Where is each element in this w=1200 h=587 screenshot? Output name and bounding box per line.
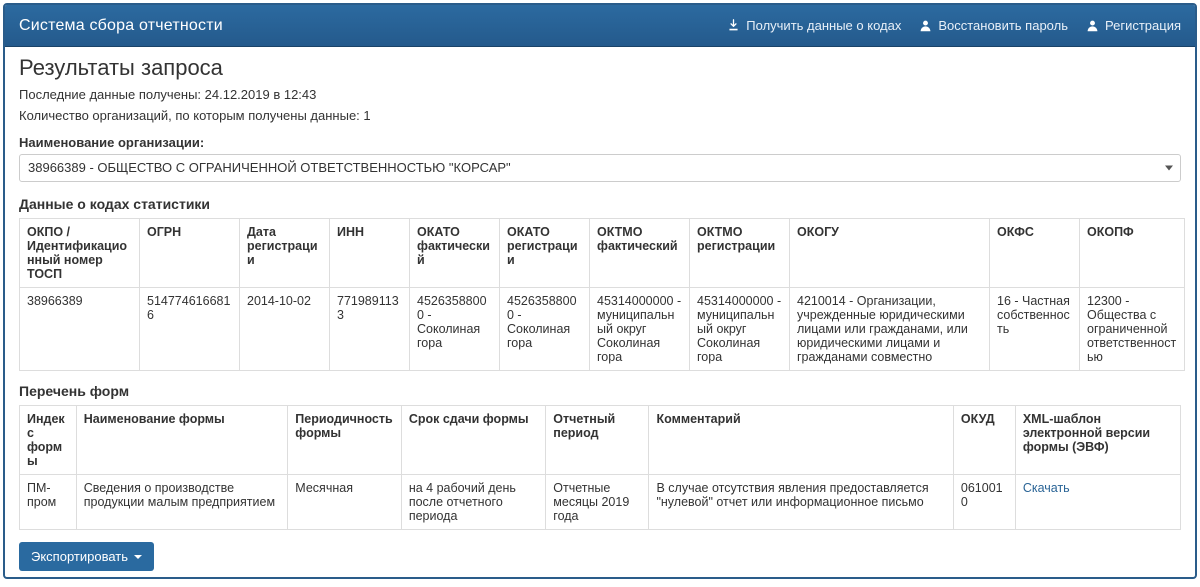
th-comment: Комментарий	[649, 406, 953, 475]
th-periodicity: Периодичность формы	[288, 406, 402, 475]
td-reg-date: 2014-10-02	[240, 288, 330, 371]
th-xml: XML-шаблон электронной версии формы (ЭВФ…	[1015, 406, 1180, 475]
th-form-idx: Индекс формы	[20, 406, 77, 475]
td-okfs: 16 - Частная собственность	[990, 288, 1080, 371]
td-form-idx: ПМ-пром	[20, 475, 77, 530]
nav-link-label: Восстановить пароль	[938, 18, 1068, 33]
td-inn: 7719891133	[330, 288, 410, 371]
nav-link-label: Регистрация	[1105, 18, 1181, 33]
td-form-name: Сведения о производстве продукции малым …	[76, 475, 288, 530]
user-icon	[1086, 19, 1099, 32]
td-ogrn: 5147746166816	[140, 288, 240, 371]
th-reg-date: Дата регистрации	[240, 219, 330, 288]
org-select[interactable]: 38966389 - ОБЩЕСТВО С ОГРАНИЧЕННОЙ ОТВЕТ…	[19, 154, 1181, 182]
content-area: Результаты запроса Последние данные полу…	[5, 47, 1195, 577]
table-row: ПМ-пром Сведения о производстве продукци…	[20, 475, 1181, 530]
th-form-name: Наименование формы	[76, 406, 288, 475]
td-okpo: 38966389	[20, 288, 140, 371]
navbar-links: Получить данные о кодах Восстановить пар…	[727, 18, 1181, 33]
td-okud: 0610010	[953, 475, 1015, 530]
td-oktmo-reg: 45314000000 - муниципальный округ Соколи…	[690, 288, 790, 371]
forms-header-row: Индекс формы Наименование формы Периодич…	[20, 406, 1181, 475]
download-xml-link[interactable]: Скачать	[1023, 481, 1070, 495]
forms-table: Индекс формы Наименование формы Периодич…	[19, 405, 1181, 530]
th-okopf: ОКОПФ	[1080, 219, 1185, 288]
org-select-label: Наименование организации:	[19, 135, 1181, 150]
export-button-label: Экспортировать	[31, 549, 128, 564]
th-okfs: ОКФС	[990, 219, 1080, 288]
th-okato-reg: ОКАТО регистрации	[500, 219, 590, 288]
navbar: Система сбора отчетности Получить данные…	[5, 5, 1195, 47]
table-row: 38966389 5147746166816 2014-10-02 771989…	[20, 288, 1185, 371]
th-okato-fact: ОКАТО фактический	[410, 219, 500, 288]
th-inn: ИНН	[330, 219, 410, 288]
th-oktmo-fact: ОКТМО фактический	[590, 219, 690, 288]
th-oktmo-reg: ОКТМО регистрации	[690, 219, 790, 288]
org-select-value: 38966389 - ОБЩЕСТВО С ОГРАНИЧЕННОЙ ОТВЕТ…	[19, 154, 1181, 182]
td-okato-reg: 45263588000 - Соколиная гора	[500, 288, 590, 371]
th-okogu: ОКОГУ	[790, 219, 990, 288]
page-title: Результаты запроса	[19, 55, 1181, 81]
td-oktmo-fact: 45314000000 - муниципальный округ Соколи…	[590, 288, 690, 371]
td-comment: В случае отсутствия явления предоставляе…	[649, 475, 953, 530]
td-okato-fact: 45263588000 - Соколиная гора	[410, 288, 500, 371]
td-deadline: на 4 рабочий день после отчетного период…	[401, 475, 545, 530]
td-xml: Скачать	[1015, 475, 1180, 530]
td-periodicity: Месячная	[288, 475, 402, 530]
forms-heading: Перечень форм	[19, 383, 1181, 399]
download-icon	[727, 19, 740, 32]
td-okopf: 12300 - Общества с ограниченной ответств…	[1080, 288, 1185, 371]
caret-down-icon	[134, 555, 142, 559]
th-ogrn: ОГРН	[140, 219, 240, 288]
nav-link-label: Получить данные о кодах	[746, 18, 901, 33]
org-count-line: Количество организаций, по которым получ…	[19, 108, 1181, 123]
th-okpo: ОКПО / Идентификационный номер ТОСП	[20, 219, 140, 288]
th-report-period: Отчетный период	[546, 406, 649, 475]
user-icon	[919, 19, 932, 32]
stats-heading: Данные о кодах статистики	[19, 196, 1181, 212]
stats-header-row: ОКПО / Идентификационный номер ТОСП ОГРН…	[20, 219, 1185, 288]
stats-table: ОКПО / Идентификационный номер ТОСП ОГРН…	[19, 218, 1185, 371]
nav-get-codes-link[interactable]: Получить данные о кодах	[727, 18, 901, 33]
th-okud: ОКУД	[953, 406, 1015, 475]
export-button[interactable]: Экспортировать	[19, 542, 154, 571]
td-okogu: 4210014 - Организации, учрежденные юриди…	[790, 288, 990, 371]
nav-register-link[interactable]: Регистрация	[1086, 18, 1181, 33]
last-received-line: Последние данные получены: 24.12.2019 в …	[19, 87, 1181, 102]
th-deadline: Срок сдачи формы	[401, 406, 545, 475]
nav-restore-password-link[interactable]: Восстановить пароль	[919, 18, 1068, 33]
td-report-period: Отчетные месяцы 2019 года	[546, 475, 649, 530]
navbar-brand: Система сбора отчетности	[19, 17, 223, 35]
